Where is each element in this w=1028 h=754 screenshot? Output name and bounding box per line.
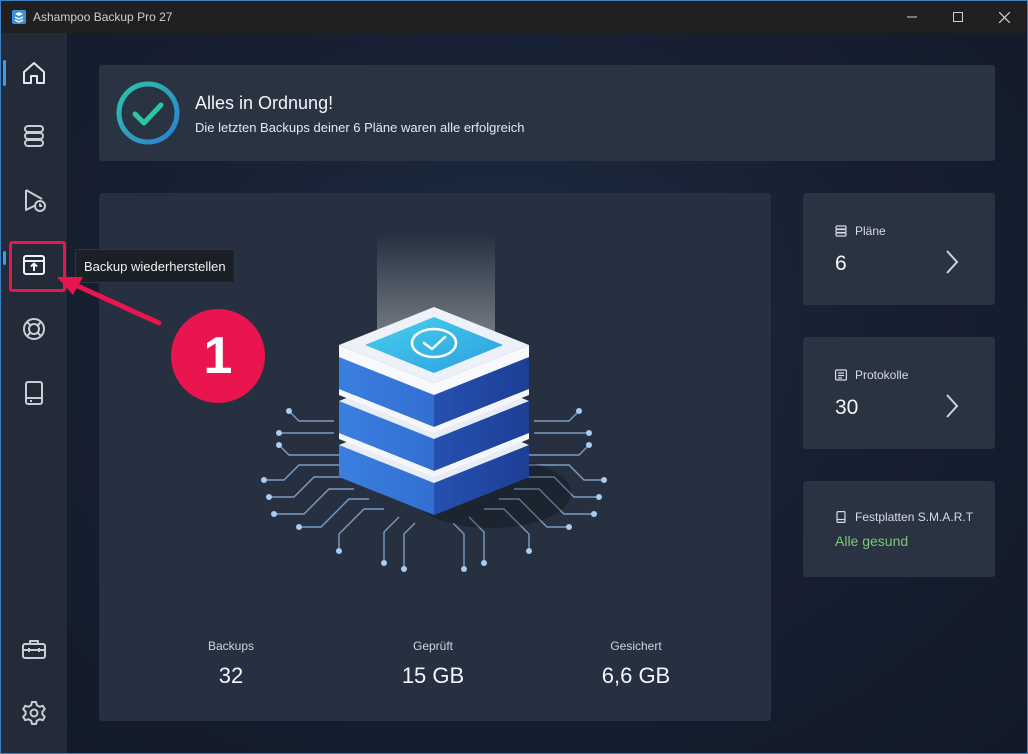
gear-icon [22,701,46,725]
plans-count: 6 [835,252,847,275]
stat-value: 15 GB [401,663,465,688]
annotation-arrow [57,277,162,326]
sidebar-item-home[interactable] [1,47,67,99]
chevron-right-icon [946,250,959,274]
logs-label: Protokolle [855,368,909,382]
sidebar-item-settings[interactable] [1,687,67,739]
annotation-step-badge: 1 [171,309,265,403]
window-title: Ashampoo Backup Pro 27 [33,10,173,24]
minimize-button[interactable] [889,1,935,33]
success-check-icon [116,81,180,145]
play-clock-icon [25,189,46,212]
plans-card[interactable]: Pläne 6 [803,193,995,305]
chevron-right-icon [946,394,959,418]
stat-saved: Gesichert 6,6 GB [561,639,711,689]
log-icon [835,369,847,381]
status-title: Alles in Ordnung! [195,93,334,113]
drive-icon [836,511,846,523]
sidebar-item-tools[interactable] [1,623,67,675]
maximize-button[interactable] [935,1,981,33]
stat-label: Gesichert [610,639,662,653]
database-icon [24,125,44,147]
hover-indicator [3,251,6,265]
stat-label: Backups [207,639,255,653]
plans-label: Pläne [855,224,886,238]
logs-count: 30 [835,396,859,419]
minimize-icon [907,16,917,18]
sidebar-item-run[interactable] [1,174,67,226]
drive-icon [25,381,43,405]
stat-label: Geprüft [412,639,454,653]
smart-label: Festplatten S.M.A.R.T [855,510,974,524]
status-subtitle: Die letzten Backups deiner 6 Pläne waren… [195,120,525,135]
lifebuoy-icon [23,318,45,340]
app-logo-icon [12,10,26,24]
stat-verified: Geprüft 15 GB [358,639,508,689]
status-panel: Alles in Ordnung! Die letzten Backups de… [99,65,995,161]
sidebar-item-plans[interactable] [1,110,67,162]
toolbox-icon [22,640,46,659]
close-button[interactable] [981,1,1027,33]
smart-card[interactable]: Festplatten S.M.A.R.T Alle gesund [803,481,995,577]
logs-card[interactable]: Protokolle 30 [803,337,995,449]
close-icon [998,11,1010,23]
sidebar [1,33,67,753]
smart-status: Alle gesund [835,533,909,549]
title-bar: Ashampoo Backup Pro 27 [1,1,1027,33]
maximize-icon [953,12,963,22]
home-icon [23,62,45,84]
app-window: Ashampoo Backup Pro 27 Alles in Ordnung!… [0,0,1028,754]
sidebar-item-drives[interactable] [1,367,67,419]
stat-value: 6,6 GB [601,663,671,688]
stat-value: 32 [218,663,244,688]
stat-backups: Backups 32 [156,639,306,689]
database-icon [835,225,847,237]
